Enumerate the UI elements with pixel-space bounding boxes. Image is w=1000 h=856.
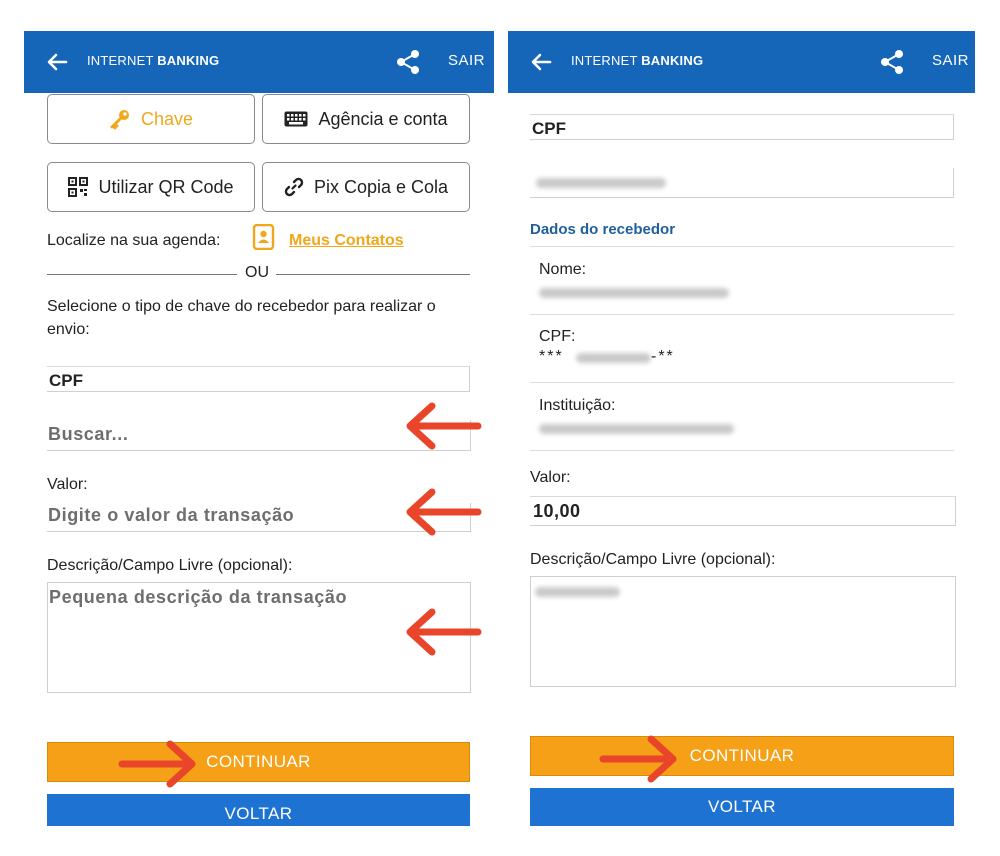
arrow-to-value-icon (406, 488, 482, 536)
arrow-to-continue-right-icon (599, 735, 677, 783)
arrow-to-search-icon (406, 402, 482, 450)
arrow-to-continue-left-icon (118, 740, 196, 788)
arrow-to-description-icon (406, 608, 482, 656)
annotation-arrows (118, 402, 677, 788)
